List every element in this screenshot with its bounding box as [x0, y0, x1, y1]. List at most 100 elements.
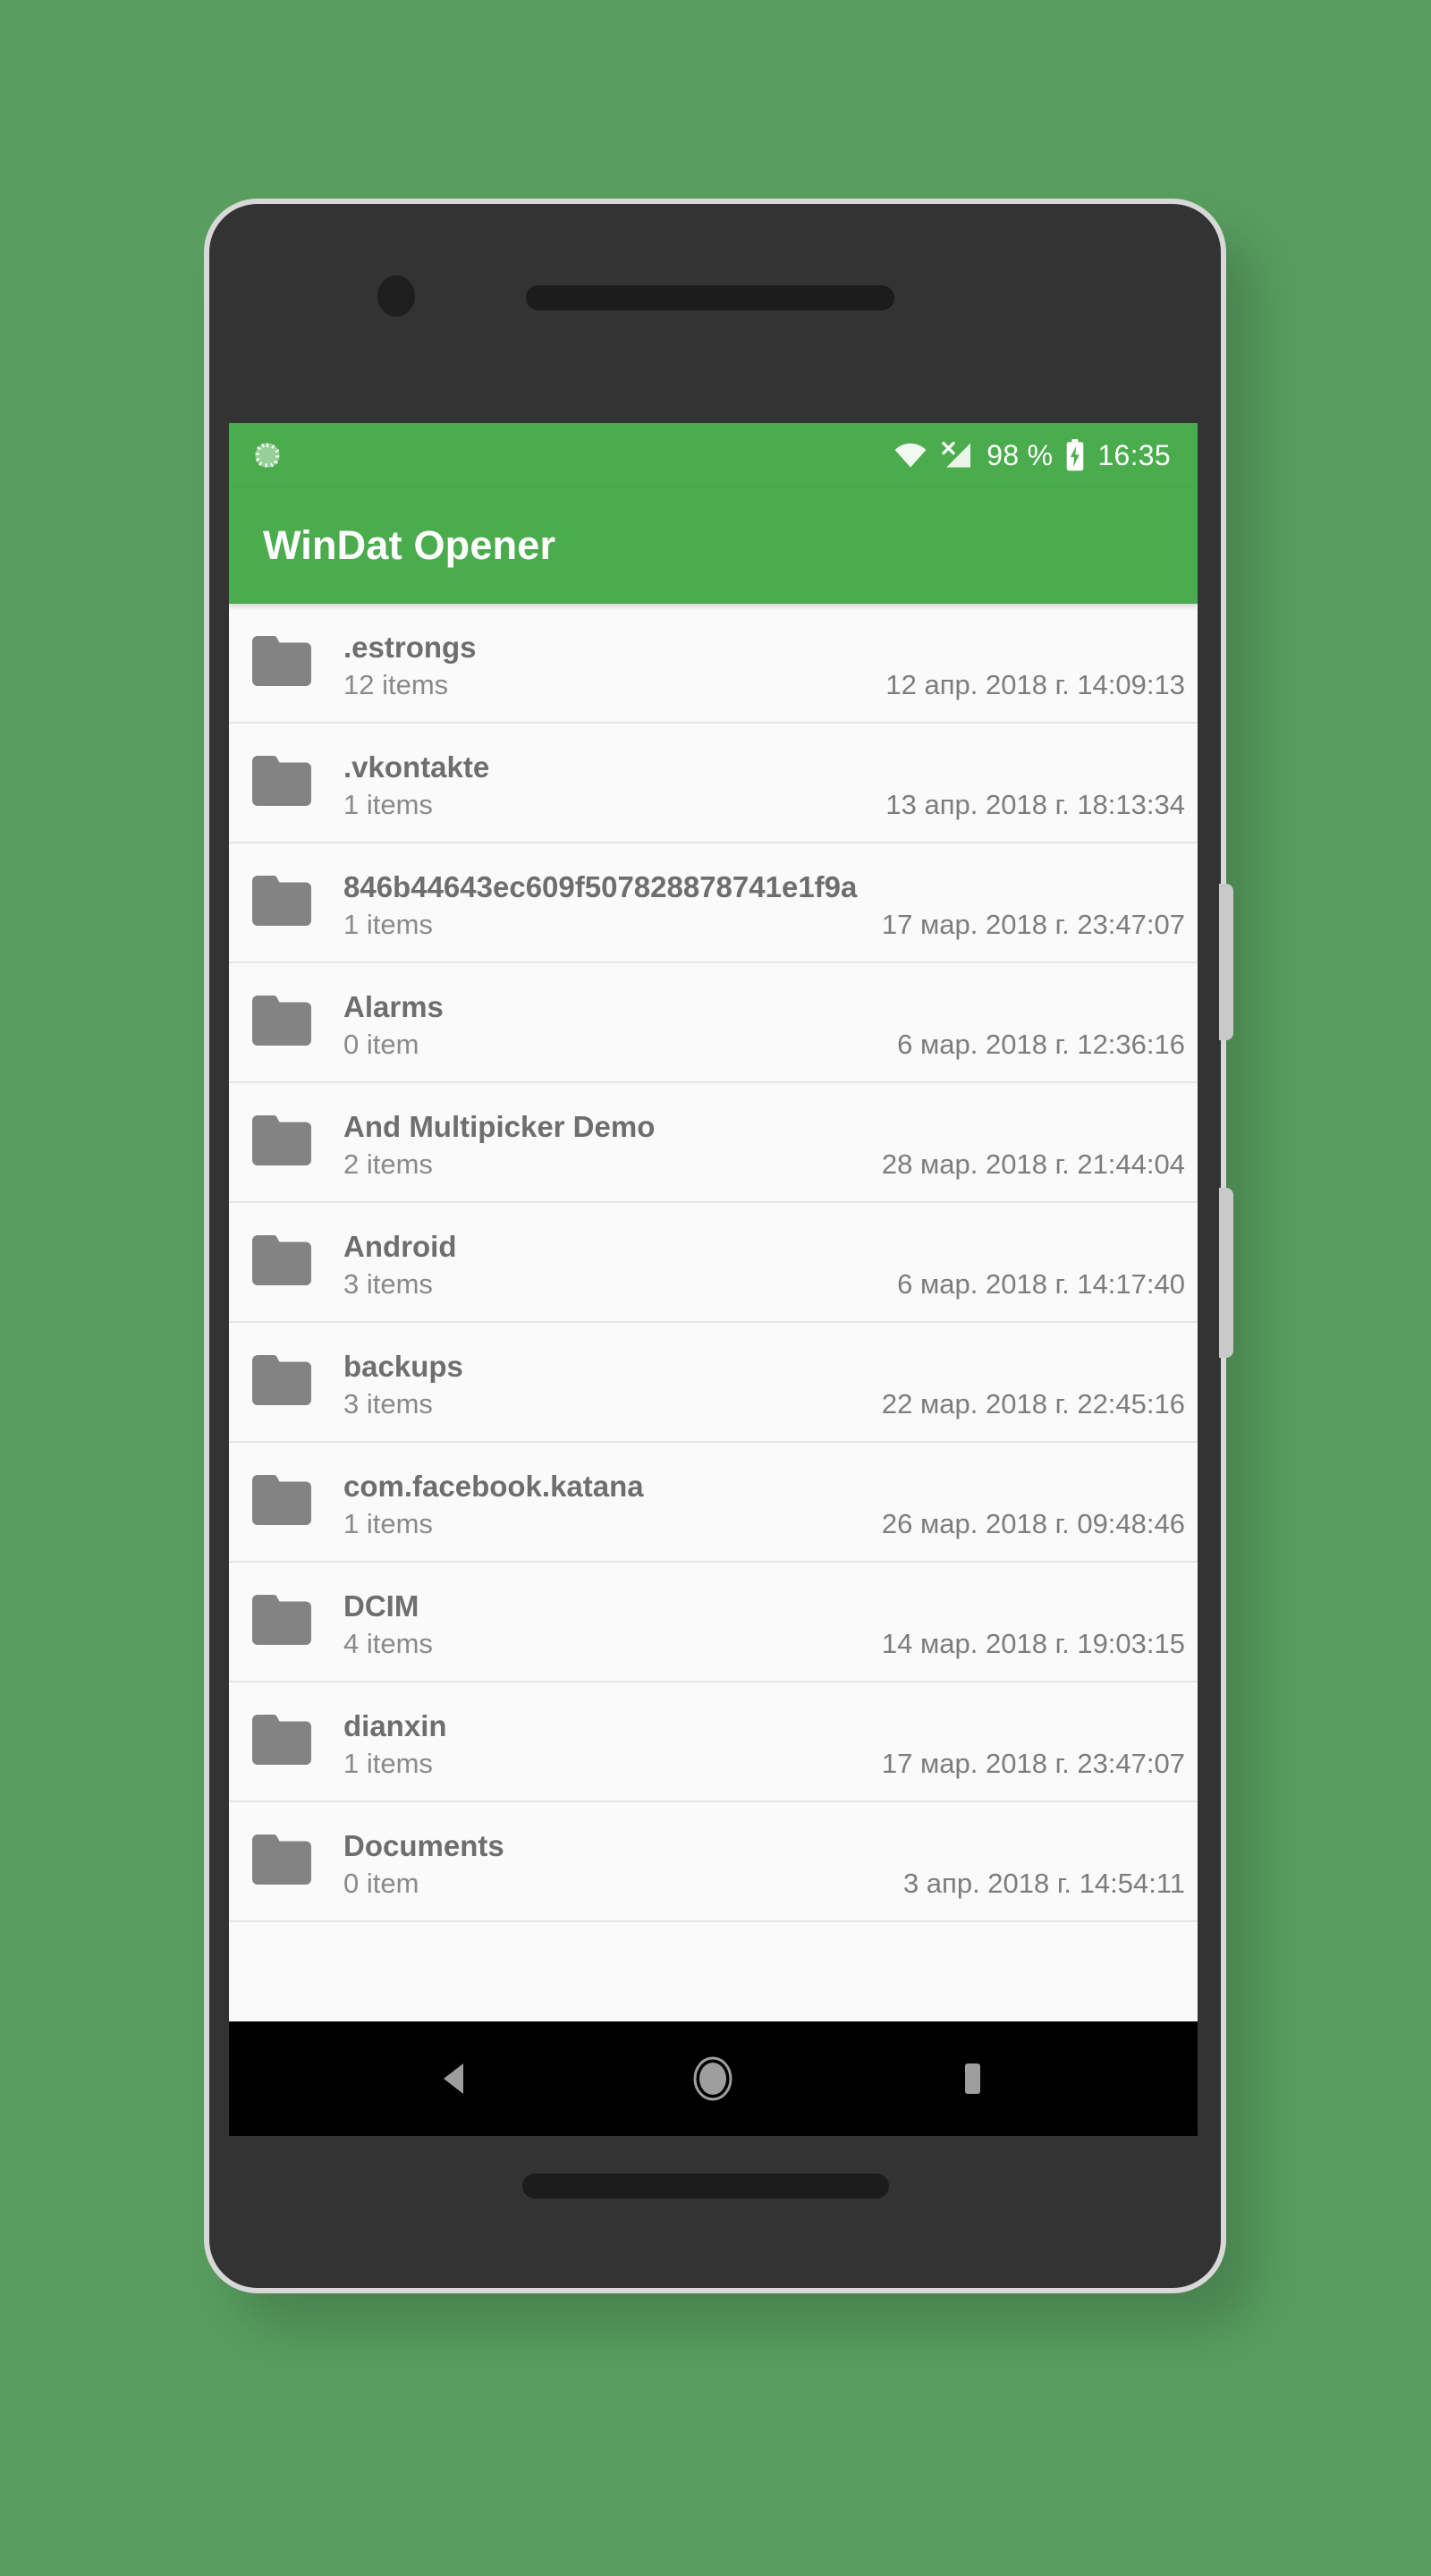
- folder-icon: [252, 995, 343, 1050]
- file-item-count-label: 1 items: [343, 789, 433, 821]
- folder-icon: [252, 635, 343, 691]
- status-bar-right: 98 % 16:35: [893, 439, 1171, 472]
- file-row-meta: 0 item 6 мар. 2018 г. 12:36:16: [343, 1029, 1187, 1061]
- folder-icon: [252, 1114, 343, 1170]
- file-item-count-label: 3 items: [343, 1388, 433, 1420]
- file-name-label: Documents: [343, 1828, 504, 1862]
- file-list-item[interactable]: .vkontakte 1 items 13 апр. 2018 г. 18:13:3…: [229, 724, 1198, 843]
- page-title: WinDat Opener: [263, 522, 556, 568]
- phone-screen: 98 % 16:35 WinDat Opener .estrongs 12 ite…: [229, 423, 1198, 2136]
- file-row-body: DCIM 4 items 14 мар. 2018 г. 19:03:15: [343, 1563, 1187, 1681]
- home-circle-icon[interactable]: [691, 2055, 734, 2102]
- file-row-meta: 2 items 28 мар. 2018 г. 21:44:04: [343, 1148, 1187, 1181]
- file-item-count-label: 1 items: [343, 909, 433, 941]
- file-row-body: .estrongs 12 items 12 апр. 2018 г. 14:09:1…: [343, 604, 1187, 722]
- file-list-item[interactable]: dianxin 1 items 17 мар. 2018 г. 23:47:07: [229, 1682, 1198, 1802]
- file-row-meta: 4 items 14 мар. 2018 г. 19:03:15: [343, 1628, 1187, 1660]
- file-item-count-label: 12 items: [343, 669, 449, 701]
- file-list-item[interactable]: And Multipicker Demo 2 items 28 мар. 2018 …: [229, 1083, 1198, 1203]
- file-row-meta: 3 items 6 мар. 2018 г. 14:17:40: [343, 1268, 1187, 1301]
- file-modified-date-label: 3 апр. 2018 г. 14:54:11: [902, 1868, 1185, 1900]
- file-row-body: Documents 0 item 3 апр. 2018 г. 14:54:11: [343, 1802, 1187, 1920]
- file-modified-date-label: 13 апр. 2018 г. 18:13:34: [885, 789, 1185, 821]
- file-name-label: backups: [343, 1349, 463, 1383]
- file-modified-date-label: 6 мар. 2018 г. 12:36:16: [897, 1029, 1185, 1061]
- file-row-body: And Multipicker Demo 2 items 28 мар. 2018 …: [343, 1083, 1187, 1201]
- file-modified-date-label: 26 мар. 2018 г. 09:48:46: [881, 1508, 1185, 1540]
- file-name-label: dianxin: [343, 1708, 447, 1742]
- file-row-body: 846b44643ec609f507828878741e1f9a 1 items 1…: [343, 843, 1187, 962]
- file-name-label: .estrongs: [343, 630, 477, 664]
- clock-label: 16:35: [1097, 438, 1171, 471]
- folder-icon: [252, 1834, 343, 1889]
- file-name-label: Android: [343, 1229, 457, 1263]
- file-list-item[interactable]: Documents 0 item 3 апр. 2018 г. 14:54:11: [229, 1802, 1198, 1922]
- file-row-meta: 1 items 13 апр. 2018 г. 18:13:34: [343, 789, 1187, 821]
- back-triangle-icon[interactable]: [438, 2061, 470, 2097]
- sync-spinner-icon: [252, 440, 283, 470]
- file-item-count-label: 4 items: [343, 1628, 433, 1660]
- file-row-meta: 1 items 26 мар. 2018 г. 09:48:46: [343, 1508, 1187, 1540]
- bottom-speaker: [522, 2174, 889, 2199]
- battery-percent-label: 98 %: [986, 438, 1054, 471]
- folder-icon: [252, 1234, 343, 1290]
- file-modified-date-label: 28 мар. 2018 г. 21:44:04: [881, 1148, 1185, 1181]
- file-name-label: com.facebook.katana: [343, 1469, 644, 1503]
- folder-icon: [252, 1714, 343, 1769]
- file-modified-date-label: 17 мар. 2018 г. 23:47:07: [881, 909, 1185, 941]
- earpiece-speaker: [526, 285, 894, 310]
- file-list-item[interactable]: Alarms 0 item 6 мар. 2018 г. 12:36:16: [229, 963, 1198, 1083]
- file-item-count-label: 0 item: [343, 1868, 419, 1900]
- wifi-icon: [893, 442, 927, 469]
- folder-icon: [252, 1354, 343, 1410]
- file-row-meta: 12 items 12 апр. 2018 г. 14:09:13: [343, 669, 1187, 701]
- file-item-count-label: 2 items: [343, 1148, 433, 1181]
- navigation-bar: [229, 2021, 1198, 2136]
- file-list-item[interactable]: com.facebook.katana 1 items 26 мар. 2018 г…: [229, 1443, 1198, 1563]
- file-item-count-label: 1 items: [343, 1748, 433, 1780]
- file-row-body: backups 3 items 22 мар. 2018 г. 22:45:16: [343, 1323, 1187, 1441]
- file-name-label: DCIM: [343, 1589, 419, 1623]
- file-list[interactable]: .estrongs 12 items 12 апр. 2018 г. 14:09:1…: [229, 604, 1198, 1928]
- folder-icon: [252, 755, 343, 810]
- file-row-body: com.facebook.katana 1 items 26 мар. 2018 г…: [343, 1443, 1187, 1561]
- file-row-meta: 3 items 22 мар. 2018 г. 22:45:16: [343, 1388, 1187, 1420]
- file-name-label: Alarms: [343, 989, 444, 1023]
- file-name-label: 846b44643ec609f507828878741e1f9a: [343, 869, 858, 903]
- file-modified-date-label: 17 мар. 2018 г. 23:47:07: [881, 1748, 1185, 1780]
- file-row-body: Android 3 items 6 мар. 2018 г. 14:17:40: [343, 1203, 1187, 1321]
- file-list-item[interactable]: DCIM 4 items 14 мар. 2018 г. 19:03:15: [229, 1563, 1198, 1682]
- phone-frame: 98 % 16:35 WinDat Opener .estrongs 12 ite…: [204, 199, 1233, 2293]
- file-item-count-label: 1 items: [343, 1508, 433, 1540]
- file-name-label: .vkontakte: [343, 750, 490, 784]
- file-row-body: Alarms 0 item 6 мар. 2018 г. 12:36:16: [343, 963, 1187, 1081]
- file-item-count-label: 3 items: [343, 1268, 433, 1301]
- file-name-label: And Multipicker Demo: [343, 1109, 656, 1143]
- file-row-meta: 1 items 17 мар. 2018 г. 23:47:07: [343, 1748, 1187, 1780]
- file-list-item[interactable]: 846b44643ec609f507828878741e1f9a 1 items 1…: [229, 843, 1198, 963]
- file-list-item[interactable]: .estrongs 12 items 12 апр. 2018 г. 14:09:1…: [229, 604, 1198, 724]
- file-modified-date-label: 22 мар. 2018 г. 22:45:16: [881, 1388, 1185, 1420]
- file-item-count-label: 0 item: [343, 1029, 419, 1061]
- file-modified-date-label: 12 апр. 2018 г. 14:09:13: [885, 669, 1185, 701]
- volume-button[interactable]: [1219, 1188, 1233, 1358]
- app-bar: WinDat Opener: [229, 487, 1198, 604]
- file-row-meta: 1 items 17 мар. 2018 г. 23:47:07: [343, 909, 1187, 941]
- file-modified-date-label: 6 мар. 2018 г. 14:17:40: [897, 1268, 1185, 1301]
- recents-square-icon[interactable]: [956, 2060, 988, 2097]
- file-modified-date-label: 14 мар. 2018 г. 19:03:15: [881, 1628, 1185, 1660]
- folder-icon: [252, 1594, 343, 1649]
- file-list-item[interactable]: Android 3 items 6 мар. 2018 г. 14:17:40: [229, 1203, 1198, 1323]
- status-bar-left: [252, 440, 893, 470]
- status-bar: 98 % 16:35: [229, 423, 1198, 487]
- file-list-item[interactable]: backups 3 items 22 мар. 2018 г. 22:45:16: [229, 1323, 1198, 1443]
- cellular-signal-off-icon: [940, 441, 974, 470]
- folder-icon: [252, 875, 343, 930]
- file-row-body: .vkontakte 1 items 13 апр. 2018 г. 18:13:3…: [343, 724, 1187, 842]
- power-button[interactable]: [1219, 884, 1233, 1040]
- battery-charging-icon: [1065, 439, 1085, 471]
- file-row-body: dianxin 1 items 17 мар. 2018 г. 23:47:07: [343, 1682, 1187, 1801]
- front-camera-icon: [377, 275, 415, 317]
- folder-icon: [252, 1474, 343, 1530]
- file-row-meta: 0 item 3 апр. 2018 г. 14:54:11: [343, 1868, 1187, 1900]
